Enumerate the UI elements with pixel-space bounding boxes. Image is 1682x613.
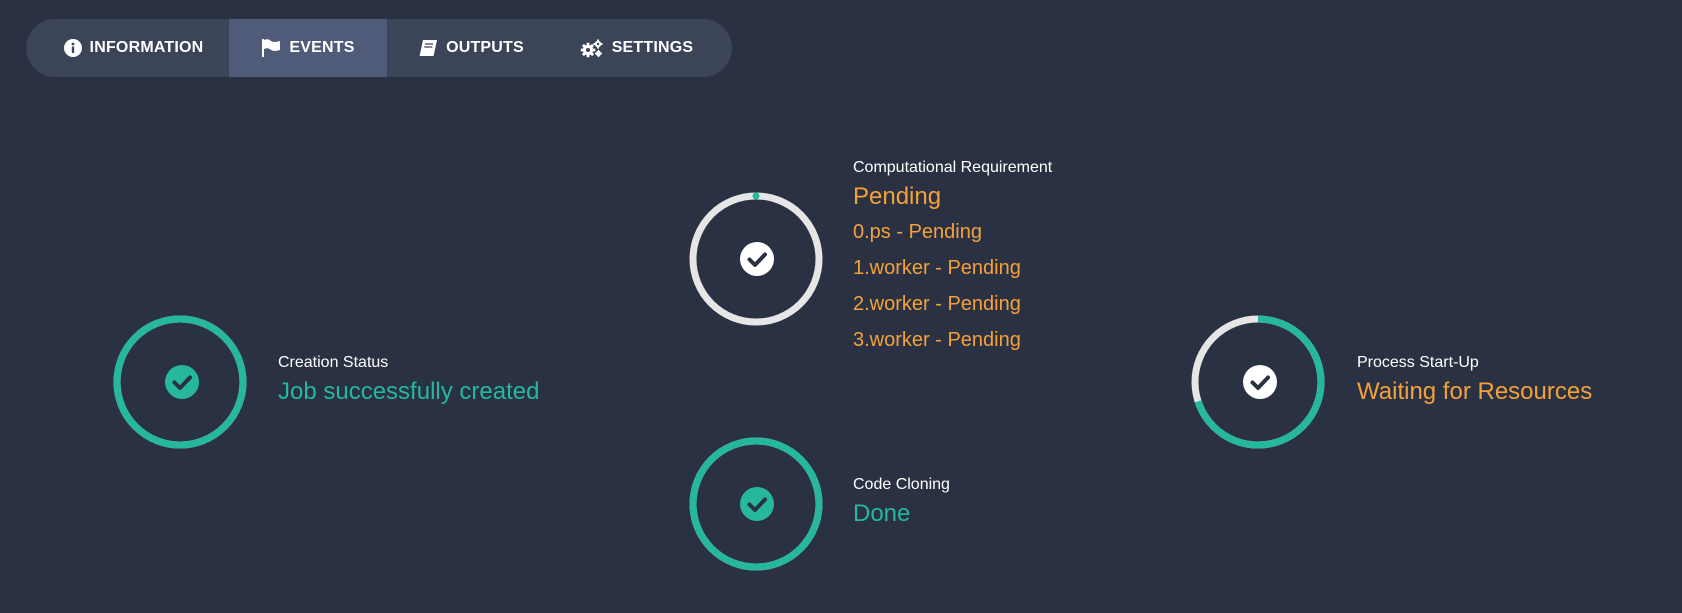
tab-information[interactable]: INFORMATION: [26, 19, 229, 77]
check-circle-icon: [1243, 365, 1277, 399]
check-circle-icon: [165, 365, 199, 399]
event-label: Creation Status: [278, 354, 389, 371]
pending-items-list: 0.ps - Pending 1.worker - Pending 2.work…: [853, 220, 1052, 352]
gears-icon: [580, 39, 603, 58]
flag-icon: [262, 39, 281, 57]
tab-events[interactable]: EVENTS: [229, 19, 387, 77]
event-status: Done: [853, 500, 911, 527]
check-circle-icon: [740, 242, 774, 276]
tab-events-label: EVENTS: [289, 39, 355, 56]
info-icon: [63, 39, 82, 57]
event-label: Process Start-Up: [1357, 354, 1479, 371]
tab-settings[interactable]: SETTINGS: [555, 19, 732, 77]
tab-bar: INFORMATION EVENTS OUTPUTS SETTINGS: [26, 19, 732, 77]
book-icon: [419, 40, 438, 56]
event-status: Job successfully created: [278, 378, 540, 405]
tab-outputs[interactable]: OUTPUTS: [387, 19, 555, 77]
event-status: Pending: [853, 183, 942, 210]
list-item: 1.worker - Pending: [853, 257, 1021, 279]
event-label: Computational Requirement: [853, 159, 1053, 176]
tab-settings-label: SETTINGS: [611, 39, 694, 56]
list-item: 2.worker - Pending: [853, 293, 1021, 315]
list-item: 3.worker - Pending: [853, 329, 1021, 351]
event-status: Waiting for Resources: [1357, 378, 1593, 405]
check-circle-icon: [740, 487, 774, 521]
list-item: 0.ps - Pending: [853, 221, 982, 243]
tab-outputs-label: OUTPUTS: [446, 39, 524, 56]
tab-information-label: INFORMATION: [89, 39, 204, 56]
event-label: Code Cloning: [853, 476, 950, 493]
